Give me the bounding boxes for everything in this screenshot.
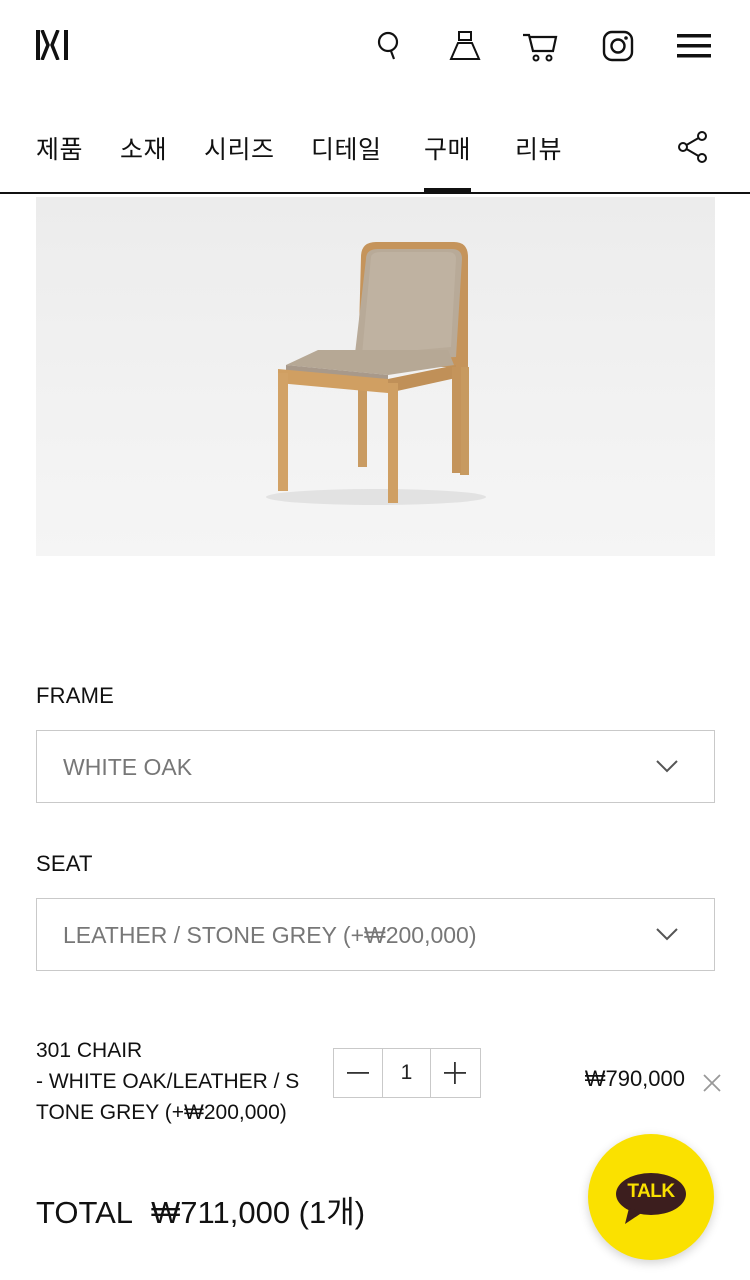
product-image xyxy=(36,197,715,556)
quantity-value[interactable]: 1 xyxy=(382,1049,431,1097)
cart-item-name-line: 301 CHAIR xyxy=(36,1039,143,1062)
increase-quantity-button[interactable] xyxy=(431,1049,479,1097)
search-icon[interactable] xyxy=(370,26,410,66)
frame-select-value: WHITE OAK xyxy=(63,754,193,780)
tab-material[interactable]: 소재 xyxy=(120,130,167,166)
cart-item-name-line: - WHITE OAK/LEATHER / S xyxy=(36,1070,300,1093)
total-label: TOTAL xyxy=(36,1195,134,1230)
talk-label: TALK xyxy=(627,1181,675,1202)
plus-icon xyxy=(444,1062,466,1084)
section-tabs: 제품 소재 시리즈 디테일 구매 리뷰 xyxy=(0,108,750,194)
brand-logo-icon[interactable] xyxy=(36,29,70,61)
cart-icon[interactable] xyxy=(520,26,560,66)
frame-label: FRAME xyxy=(36,683,114,708)
talk-chat-button[interactable]: TALK xyxy=(588,1134,714,1260)
remove-item-button[interactable] xyxy=(702,1073,722,1093)
quantity-stepper: 1 xyxy=(333,1048,481,1098)
minus-icon xyxy=(347,1072,369,1074)
total-value: ₩711,000 (1개) xyxy=(151,1195,366,1230)
decrease-quantity-button[interactable] xyxy=(334,1049,382,1097)
hamburger-menu-icon[interactable] xyxy=(674,26,714,66)
close-icon xyxy=(703,1074,721,1092)
lamp-icon[interactable] xyxy=(445,26,485,66)
seat-label: SEAT xyxy=(36,851,93,876)
chevron-down-icon xyxy=(656,928,678,941)
cart-item-price: ₩790,000 xyxy=(584,1066,685,1091)
chevron-down-icon xyxy=(656,760,678,773)
tab-detail[interactable]: 디테일 xyxy=(311,130,382,166)
header xyxy=(0,0,750,92)
chair-illustration xyxy=(266,242,486,505)
instagram-icon[interactable] xyxy=(598,26,638,66)
frame-select[interactable]: WHITE OAK xyxy=(36,730,715,803)
tab-review[interactable]: 리뷰 xyxy=(515,130,562,166)
order-total: TOTAL ₩711,000 (1개) xyxy=(36,1187,365,1232)
tab-purchase[interactable]: 구매 xyxy=(424,130,472,192)
tab-product[interactable]: 제품 xyxy=(36,130,83,166)
seat-select-value: LEATHER / STONE GREY (+₩200,000) xyxy=(63,922,477,948)
cart-item-name: 301 CHAIR - WHITE OAK/LEATHER / S TONE G… xyxy=(36,1035,316,1128)
seat-select[interactable]: LEATHER / STONE GREY (+₩200,000) xyxy=(36,898,715,971)
share-icon[interactable] xyxy=(676,130,710,164)
cart-item-name-line: TONE GREY (+₩200,000) xyxy=(36,1101,287,1124)
tab-series[interactable]: 시리즈 xyxy=(204,130,275,166)
